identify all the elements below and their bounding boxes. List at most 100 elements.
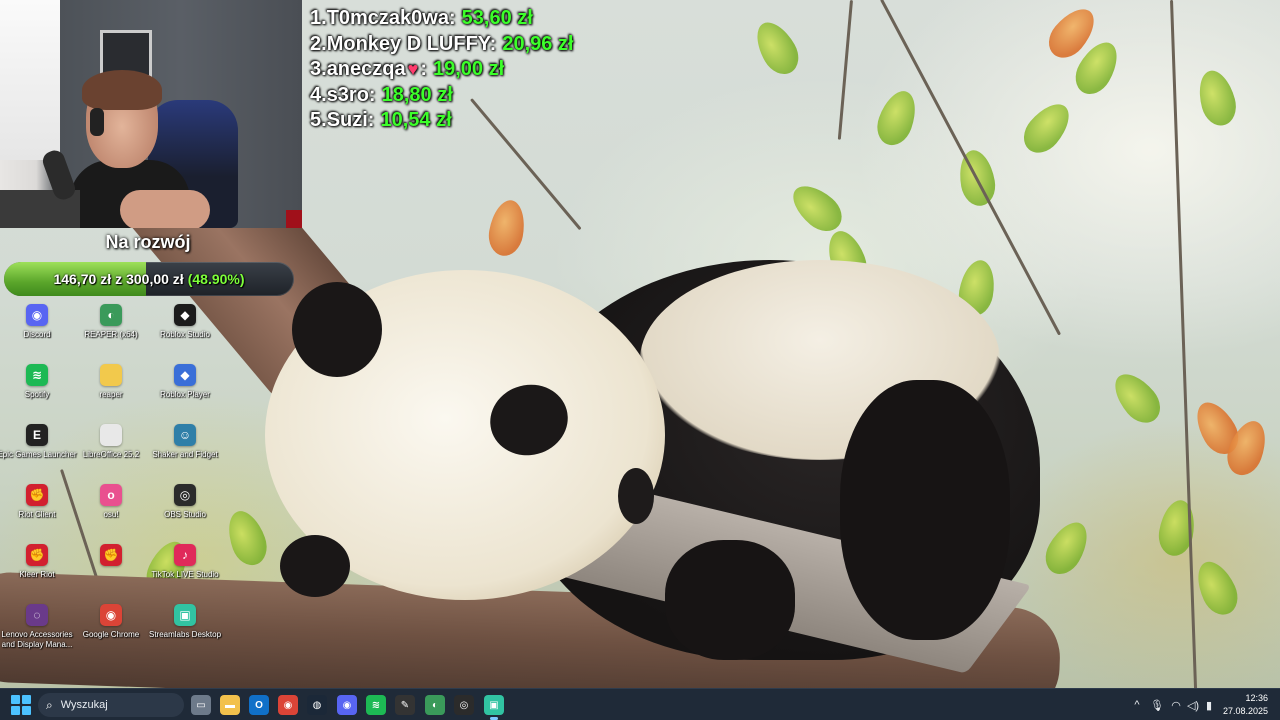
goal-percent: (48.90%): [187, 271, 245, 287]
desktop-icon-label: Google Chrome: [82, 630, 140, 639]
microphone-icon[interactable]: 🎙: [1146, 699, 1168, 712]
start-button[interactable]: [11, 695, 31, 715]
volume-icon[interactable]: ◁): [1184, 699, 1202, 712]
taskbar-search[interactable]: ⌕ Wyszukaj: [38, 693, 184, 717]
taskbar-clock[interactable]: 12:36 27.08.2025: [1223, 692, 1268, 718]
desktop-icon-label: Roblox Studio: [160, 330, 210, 339]
desktop-icon[interactable]: ◎ OBS Studio: [148, 480, 222, 538]
donation-leaderboard: 1.T0mczak0wa: 53,60 zł 2.Monkey D LUFFY: 2…: [310, 6, 574, 134]
windows-logo-icon: [11, 695, 20, 704]
desktop-icon-label: LibreOffice 25.2: [82, 450, 140, 459]
windows-logo-icon: [22, 706, 31, 715]
desktop-icon-label: reaper: [99, 390, 123, 399]
desktop-icon[interactable]: ✊ Kleer Riot: [0, 540, 74, 598]
tiktok-icon: ♪: [174, 544, 196, 566]
leaderboard-row: 1.T0mczak0wa: 53,60 zł: [310, 6, 574, 32]
clock-date: 27.08.2025: [1222, 706, 1268, 716]
desktop-icon-label: Shaker and Fidget: [152, 450, 218, 459]
leaderboard-rank: 5.: [310, 109, 327, 131]
search-icon: ⌕: [46, 697, 53, 712]
search-placeholder: Wyszukaj: [60, 699, 108, 711]
system-tray: ^ 🎙 ◠ ◁) ▮: [1128, 689, 1216, 720]
leaf-decoration: [1105, 365, 1169, 431]
panda-paw: [665, 540, 795, 660]
desktop-icon-label: TikTok LIVE Studio: [151, 570, 219, 579]
leaderboard-name-suffix: :: [420, 58, 427, 80]
leaderboard-amount: 18,80 zł: [381, 83, 453, 106]
leaf-decoration: [1038, 515, 1096, 581]
spotify-icon[interactable]: ≋: [366, 695, 386, 715]
desktop-icon[interactable]: ≋ Spotify: [0, 360, 74, 418]
roblox-player-icon: ◆: [174, 364, 196, 386]
leaderboard-rank: 1.: [310, 7, 327, 29]
donation-goal-bar: 146,70 zł z 300,00 zł (48.90%): [4, 262, 294, 296]
desktop-icon[interactable]: ♪ TikTok LIVE Studio: [148, 540, 222, 598]
goal-current: 146,70 zł: [53, 271, 112, 287]
goal-separator: z: [115, 271, 123, 287]
obs-icon[interactable]: ◎: [454, 695, 474, 715]
desktop-icon[interactable]: ▣ Streamlabs Desktop: [148, 600, 222, 658]
leaderboard-rank: 3.: [310, 58, 327, 80]
desktop-icon[interactable]: reaper: [74, 360, 148, 418]
discord-icon: ◉: [26, 304, 48, 326]
windows-logo-icon: [11, 706, 20, 715]
desktop-icon[interactable]: ◆ Roblox Player: [148, 360, 222, 418]
desktop-icon-label: Lenovo Accessories and Display Mana...: [1, 630, 73, 649]
leaderboard-name: s3ro:: [326, 83, 376, 106]
riot-client-icon: ✊: [100, 544, 122, 566]
battery-icon[interactable]: ▮: [1202, 699, 1216, 712]
file-explorer-icon[interactable]: ▬: [220, 695, 240, 715]
tray-chevron-icon[interactable]: ^: [1128, 699, 1146, 711]
outlook-icon[interactable]: O: [249, 695, 269, 715]
leaderboard-amount: 20,96 zł: [502, 32, 574, 55]
chrome-icon[interactable]: ◉: [278, 695, 298, 715]
desktop-icon-label: Riot Client: [18, 510, 56, 519]
webcam-overlay: [0, 0, 302, 228]
streamlabs-icon[interactable]: ▣: [484, 695, 504, 715]
desktop-icon[interactable]: ✊: [74, 540, 148, 598]
windows-logo-icon: [22, 695, 31, 704]
goal-progress-text: 146,70 zł z 300,00 zł (48.90%): [4, 262, 294, 296]
panda-ear: [280, 535, 350, 597]
panda-ear: [292, 282, 382, 377]
taskbar: ⌕ Wyszukaj ▭ ▬ O ◉ ◍ ◉ ≋ ✎ ◐ ◎ ▣ ^ 🎙 ◠ ◁) ▮ 12:36 …: [0, 688, 1280, 720]
desktop-icon[interactable]: E Epic Games Launcher: [0, 420, 77, 478]
desktop-icon-label: Epic Games Launcher: [0, 450, 77, 459]
desktop-icon[interactable]: o osu!: [74, 480, 148, 538]
folder-icon: [100, 364, 122, 386]
desktop-icon[interactable]: LibreOffice 25.2: [74, 420, 148, 478]
leaderboard-name: Monkey D LUFFY:: [326, 32, 497, 55]
desktop-icon[interactable]: ✊ Riot Client: [0, 480, 74, 538]
desktop-icon-label: Streamlabs Desktop: [148, 630, 222, 639]
discord-icon[interactable]: ◉: [337, 695, 357, 715]
leaderboard-row: 4.s3ro: 18,80 zł: [310, 83, 574, 109]
desktop-icon[interactable]: ◉ Google Chrome: [74, 600, 148, 658]
desktop-icon-label: osu!: [103, 510, 119, 519]
reaper-icon[interactable]: ◐: [425, 695, 445, 715]
desktop-icon[interactable]: ☺ Shaker and Fidget: [148, 420, 222, 478]
leaderboard-amount: 53,60 zł: [461, 7, 533, 29]
desktop-icon[interactable]: ◌ Lenovo Accessories and Display Mana...: [0, 600, 74, 658]
goal-title: Na rozwój: [105, 232, 191, 252]
leaf-decoration: [871, 85, 923, 151]
obs-icon: ◎: [174, 484, 196, 506]
lenovo-icon: ◌: [26, 604, 48, 626]
webcam-person-arm: [120, 190, 210, 228]
leaf-decoration: [784, 176, 850, 240]
webcam-red-object: [286, 210, 302, 228]
leaderboard-rank: 2.: [310, 32, 327, 55]
leaderboard-amount: 10,54 zł: [380, 109, 452, 131]
wifi-icon[interactable]: ◠: [1168, 699, 1184, 712]
desktop-icon[interactable]: ◐ REAPER (x64): [74, 300, 148, 358]
leaderboard-row: 5.Suzi: 10,54 zł: [310, 108, 574, 134]
leaderboard-name: aneczqa: [326, 58, 406, 80]
leaderboard-amount: 19,00 zł: [432, 58, 505, 80]
epic-games-icon[interactable]: ✎: [395, 695, 415, 715]
webcam-window-light: [0, 0, 60, 160]
task-view-icon[interactable]: ▭: [191, 695, 211, 715]
desktop-icon[interactable]: ◉ Discord: [0, 300, 74, 358]
roblox-studio-icon: ◆: [174, 304, 196, 326]
steam-icon[interactable]: ◍: [307, 695, 327, 715]
desktop-icon[interactable]: ◆ Roblox Studio: [148, 300, 222, 358]
desktop-icon-label: REAPER (x64): [84, 330, 138, 339]
